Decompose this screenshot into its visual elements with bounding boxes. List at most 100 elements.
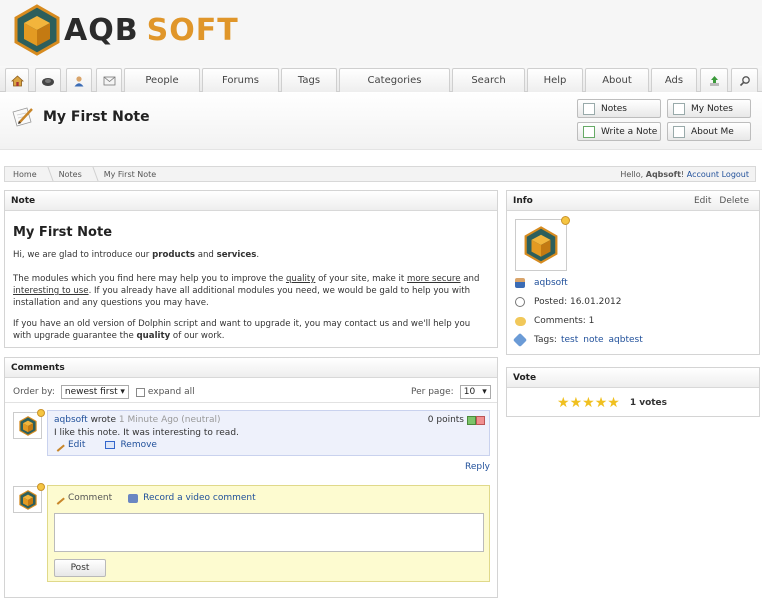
comment-meta: aqbsoft wrote 1 Minute Ago (neutral) <box>54 415 221 425</box>
expand-all-checkbox[interactable] <box>135 387 145 397</box>
order-by-select[interactable]: newest first ▾ <box>60 385 129 399</box>
tag-link-aqbtest[interactable]: aqbtest <box>609 335 643 345</box>
nav-add-icon[interactable] <box>700 68 728 92</box>
logout-link[interactable]: Logout <box>722 170 749 179</box>
edit-note-link[interactable]: Edit <box>694 196 711 206</box>
per-page-label: Per page: <box>411 387 454 397</box>
online-status-icon <box>37 483 45 491</box>
comments-box-title: Comments <box>5 358 497 378</box>
write-note-button-label: Write a Note <box>601 126 658 137</box>
user-icon <box>515 278 525 288</box>
video-camera-icon <box>128 493 139 503</box>
comment-text: I like this note. It was interesting to … <box>54 428 239 438</box>
note-title: My First Note <box>13 225 113 240</box>
clock-icon <box>515 297 525 307</box>
nav-tab-ads[interactable]: Ads <box>651 68 697 92</box>
star-icon[interactable]: ★ <box>557 395 570 411</box>
breadcrumb-notes[interactable]: Notes <box>51 167 90 181</box>
online-status-icon <box>37 409 45 417</box>
logo-cube-icon <box>14 4 60 56</box>
vote-box-title: Vote <box>507 368 759 388</box>
main-navigation: People Forums Tags Categories Search Hel… <box>0 66 762 92</box>
comment-textarea[interactable] <box>54 513 484 552</box>
comment-remove-link[interactable]: Remove <box>120 440 157 450</box>
more-secure-link[interactable]: more secure <box>407 274 461 284</box>
comments-box: Comments Order by: newest first ▾ expand … <box>4 357 498 598</box>
post-button[interactable]: Post <box>54 559 106 577</box>
star-icon[interactable]: ★ <box>570 395 583 411</box>
comment-avatar[interactable] <box>13 409 45 439</box>
star-icon[interactable]: ★ <box>607 395 620 411</box>
note-paragraph-3: If you have an old version of Dolphin sc… <box>13 319 471 341</box>
comment-item: aqbsoft wrote 1 Minute Ago (neutral) 0 p… <box>47 410 490 456</box>
tag-icon <box>512 332 528 348</box>
order-by-label: Order by: <box>13 387 55 397</box>
star-icon[interactable]: ★ <box>582 395 595 411</box>
per-page-select[interactable]: 10 ▾ <box>459 385 491 399</box>
info-box-header: Info Edit Delete <box>507 191 759 211</box>
info-box: Info Edit Delete aqbsoft Posted: 16.01.20… <box>506 190 760 355</box>
note-box: Note My First Note Hi, we are glad to in… <box>4 190 498 348</box>
username-link[interactable]: Aqbsoft <box>646 170 681 179</box>
breadcrumb: Home Notes My First Note Hello, Aqbsoft!… <box>4 166 756 182</box>
avatar-cube-icon <box>19 416 37 436</box>
thumb-up-icon[interactable] <box>467 415 476 425</box>
author-avatar[interactable] <box>515 216 570 271</box>
breadcrumb-current: My First Note <box>103 169 157 179</box>
comments-count: Comments: 1 <box>534 316 595 326</box>
my-notes-button[interactable]: My Notes <box>667 99 751 118</box>
write-note-button[interactable]: Write a Note <box>577 122 661 141</box>
thumb-down-icon[interactable] <box>476 415 485 425</box>
notes-button-label: Notes <box>601 103 627 114</box>
author-link[interactable]: aqbsoft <box>534 278 568 288</box>
pencil-icon <box>52 438 65 452</box>
page-header: My First Note Notes My Notes Write a Not… <box>0 92 762 150</box>
star-rating[interactable]: ★★★★★ <box>557 396 620 410</box>
comment-edit-link[interactable]: Edit <box>68 440 85 450</box>
tag-link-note[interactable]: note <box>583 335 603 345</box>
star-icon[interactable]: ★ <box>595 395 608 411</box>
comment-wrote: wrote <box>90 415 116 425</box>
reply-link[interactable]: Reply <box>465 462 490 472</box>
nav-tab-forums[interactable]: Forums <box>202 68 279 92</box>
info-box-title: Info <box>513 195 533 206</box>
nav-tab-help[interactable]: Help <box>527 68 583 92</box>
comment-bubble-icon <box>515 316 526 326</box>
comment-actions: Edit Remove <box>52 438 157 452</box>
note-pencil-icon <box>12 107 33 127</box>
notes-button[interactable]: Notes <box>577 99 661 118</box>
avatar-cube-icon <box>19 490 37 510</box>
nav-tab-people[interactable]: People <box>124 68 200 92</box>
about-me-button[interactable]: About Me <box>667 122 751 141</box>
current-user-avatar <box>13 483 45 513</box>
nav-tab-search[interactable]: Search <box>452 68 525 92</box>
comment-time: 1 Minute Ago (neutral) <box>118 415 221 425</box>
nav-tab-about[interactable]: About <box>585 68 649 92</box>
nav-home-icon[interactable] <box>5 68 29 92</box>
site-logo[interactable]: AQB SOFT <box>14 4 239 56</box>
breadcrumb-home[interactable]: Home <box>5 167 45 181</box>
divider <box>5 402 497 403</box>
account-link[interactable]: Account <box>687 170 719 179</box>
my-notes-button-label: My Notes <box>691 103 733 114</box>
interesting-link[interactable]: interesting to use <box>13 286 89 296</box>
delete-note-link[interactable]: Delete <box>719 196 749 206</box>
comment-form-tabs: Comment Record a video comment <box>52 491 256 505</box>
nav-search-icon[interactable] <box>731 68 758 92</box>
nav-people-icon[interactable] <box>66 68 92 92</box>
expand-all-label: expand all <box>147 387 195 397</box>
nav-mail-icon[interactable] <box>96 68 122 92</box>
nav-tab-categories[interactable]: Categories <box>339 68 450 92</box>
my-notes-icon <box>673 102 685 115</box>
comment-author-link[interactable]: aqbsoft <box>54 415 88 425</box>
quality-link[interactable]: quality <box>286 274 315 284</box>
chevron-down-icon: ▾ <box>120 387 125 397</box>
vote-box: Vote ★★★★★ 1 votes <box>506 367 760 417</box>
nav-tab-tags[interactable]: Tags <box>281 68 337 92</box>
tag-link-test[interactable]: test <box>561 335 578 345</box>
note-box-title: Note <box>5 191 497 211</box>
record-video-tab[interactable]: Record a video comment <box>143 493 256 503</box>
greeting-text: Hello, <box>620 169 644 179</box>
comment-tab[interactable]: Comment <box>68 493 112 503</box>
nav-profile-icon[interactable] <box>35 68 61 92</box>
